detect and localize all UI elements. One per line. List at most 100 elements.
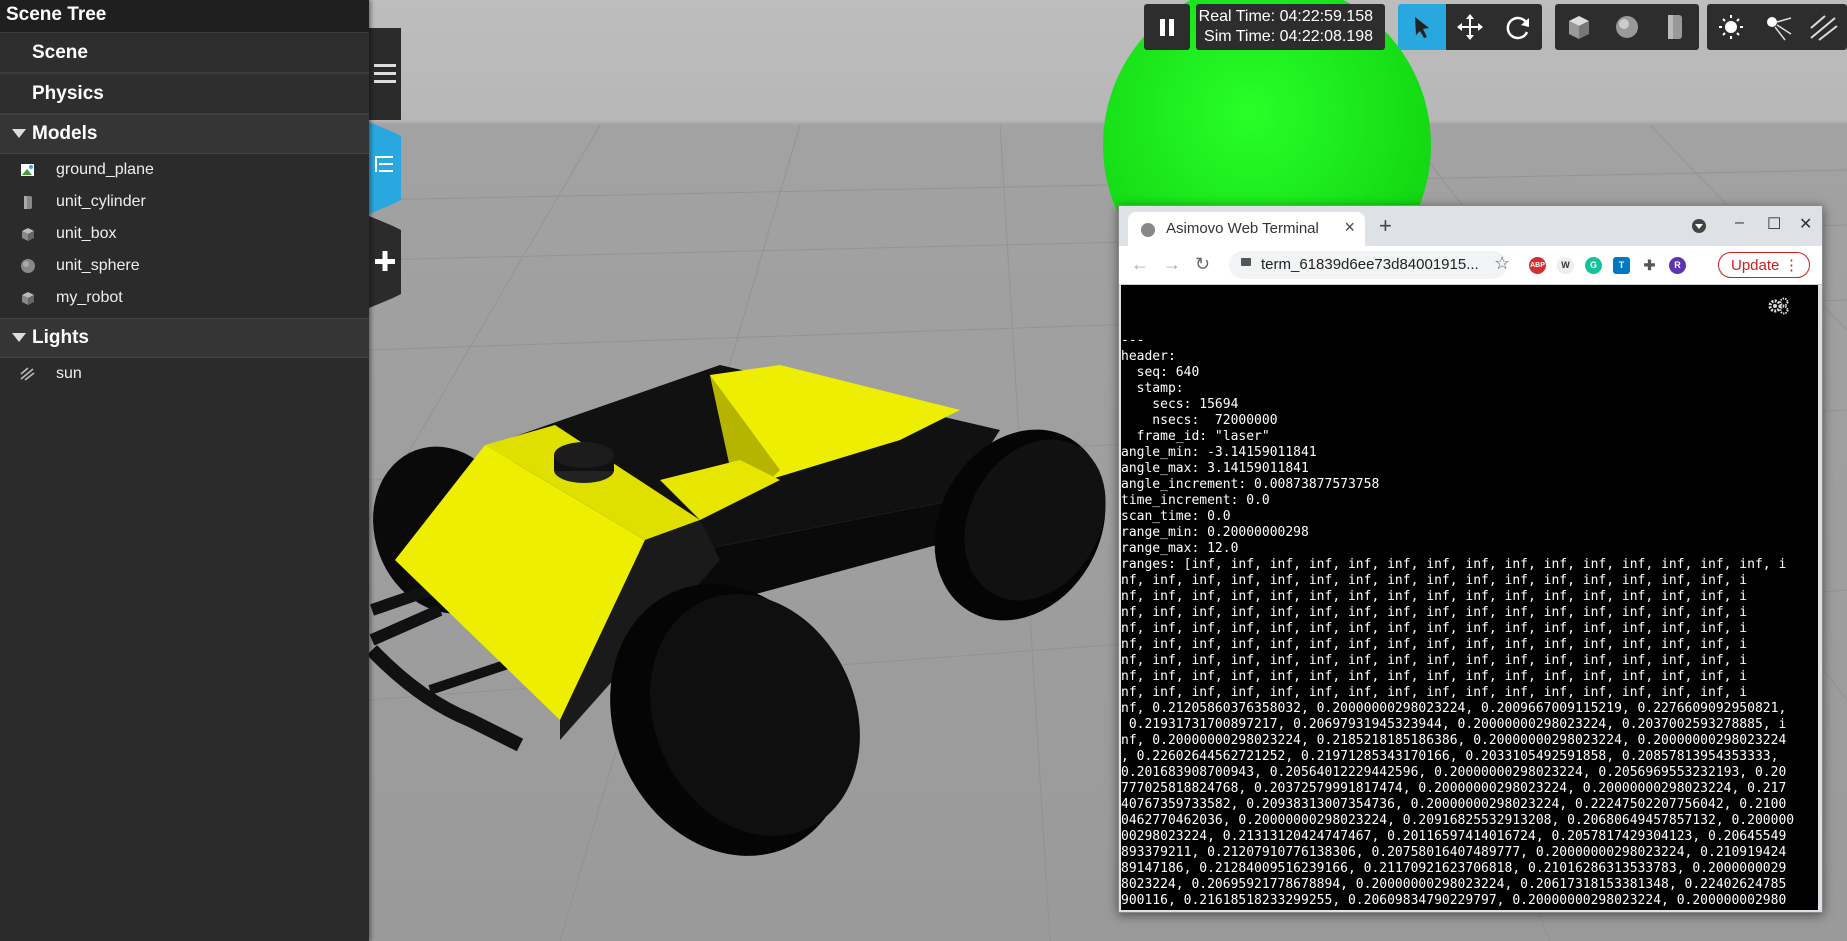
model-label: unit_box (56, 225, 117, 242)
bookmark-star-icon[interactable]: ☆ (1494, 253, 1510, 274)
browser-window: Asimovo Web Terminal × + – ☐ ✕ ← → ↻ ter… (1118, 205, 1823, 913)
terminal-line: time_increment: 0.0 (1121, 493, 1270, 508)
scene-tree-tab[interactable] (369, 122, 401, 214)
tab-strip: Asimovo Web Terminal × + – ☐ ✕ (1119, 206, 1822, 246)
minimize-icon[interactable]: – (1735, 214, 1744, 232)
browser-tab[interactable]: Asimovo Web Terminal × (1128, 212, 1365, 246)
rotate-mode-button[interactable] (1494, 4, 1542, 50)
insert-point-light-button[interactable] (1707, 4, 1755, 50)
model-label: unit_cylinder (56, 193, 146, 210)
insert-box-button[interactable] (1555, 4, 1603, 50)
terminal-line: nf, inf, inf, inf, inf, inf, inf, inf, i… (1121, 637, 1748, 652)
terminal-line: nf, inf, inf, inf, inf, inf, inf, inf, i… (1121, 669, 1748, 684)
sim-time-label: Sim Time: 04:22:08.198 (1204, 28, 1373, 45)
terminal-line: seq: 640 (1121, 365, 1200, 380)
terminal-line: nf, inf, inf, inf, inf, inf, inf, inf, i… (1121, 653, 1748, 668)
model-item-my-robot[interactable]: my_robot (0, 282, 369, 314)
select-arrow-icon (1415, 17, 1429, 38)
scene-tree-title: Scene Tree (0, 0, 369, 32)
model-label: my_robot (56, 289, 123, 306)
terminal-line: stamp: (1121, 381, 1184, 396)
terminal-line: angle_min: -3.14159011841 (1121, 445, 1317, 460)
sphere-icon (1616, 16, 1638, 38)
new-tab-icon[interactable]: + (1379, 213, 1392, 239)
terminal-line: range_max: 12.0 (1121, 541, 1239, 556)
scene-tree-panel: Scene Tree Scene Physics Models ground_p… (0, 0, 369, 941)
extensions-puzzle-icon[interactable]: ✚ (1641, 257, 1658, 274)
terminal-line: 40767359733582, 0.20938313007354736, 0.2… (1121, 797, 1787, 812)
terminal-line: nf, inf, inf, inf, inf, inf, inf, inf, i… (1121, 621, 1748, 636)
terminal-line: range_min: 0.20000000298 (1121, 525, 1309, 540)
menu-tab[interactable] (369, 28, 401, 120)
close-tab-icon[interactable]: × (1344, 217, 1355, 238)
address-bar-row: ← → ↻ term_61839d6ee73d84001915... ☆ ABP… (1119, 246, 1822, 285)
insert-spot-light-button[interactable] (1755, 4, 1801, 50)
more-vert-icon: ⋮ (1784, 257, 1799, 274)
lights-header-label: Lights (32, 327, 89, 348)
directional-light-icon (20, 367, 35, 381)
tab-title: Asimovo Web Terminal (1166, 220, 1319, 237)
terminal-line: secs: 15694 (1121, 397, 1239, 412)
forward-icon[interactable]: → (1163, 254, 1181, 275)
hamburger-menu-icon[interactable] (369, 28, 401, 120)
directional-light-icon (1810, 15, 1838, 41)
model-item-ground-plane[interactable]: ground_plane (0, 154, 369, 186)
terminal-line: scan_time: 0.0 (1121, 509, 1231, 524)
select-mode-button[interactable] (1398, 4, 1446, 50)
box-icon (1569, 16, 1589, 39)
pause-icon (1160, 19, 1174, 36)
reload-icon[interactable]: ↻ (1195, 254, 1210, 275)
update-label: Update (1731, 257, 1780, 274)
rotate-icon (1506, 16, 1529, 40)
terminal-line: 8023224, 0.20695921778678894, 0.20000000… (1121, 877, 1787, 892)
light-label: sun (56, 365, 82, 382)
terminal-line: header: (1121, 349, 1176, 364)
insert-cylinder-button[interactable] (1651, 4, 1699, 50)
point-light-icon (1719, 15, 1743, 39)
terminal-output: --- header: seq: 640 stamp: secs: 15694 n… (1121, 333, 1818, 910)
terminal-line: 0.21931731700897217, 0.20697931945323944… (1121, 717, 1787, 732)
physics-section-button[interactable]: Physics (0, 73, 369, 114)
insert-directional-light-button[interactable] (1801, 4, 1847, 50)
light-item-sun[interactable]: sun (0, 358, 369, 390)
tree-list-icon[interactable] (369, 122, 401, 214)
wikipedia-extension-icon[interactable]: W (1557, 257, 1574, 274)
time-display: Real Time: 04:22:59.158 Sim Time: 04:22:… (1196, 4, 1385, 50)
pause-button[interactable] (1144, 4, 1190, 50)
model-item-unit-cylinder[interactable]: unit_cylinder (0, 186, 369, 218)
terminal-line: nf, inf, inf, inf, inf, inf, inf, inf, i… (1121, 685, 1748, 700)
translate-mode-button[interactable] (1446, 4, 1494, 50)
web-terminal[interactable]: --- header: seq: 640 stamp: secs: 15694 n… (1121, 285, 1818, 910)
insert-tab[interactable] (369, 216, 401, 308)
caret-down-icon (12, 333, 26, 343)
insert-sphere-button[interactable] (1603, 4, 1651, 50)
close-window-icon[interactable]: ✕ (1799, 214, 1812, 234)
url-bar[interactable]: term_61839d6ee73d84001915... (1229, 251, 1507, 279)
model-label: unit_sphere (56, 257, 140, 274)
model-label: ground_plane (56, 161, 154, 178)
box-icon (22, 292, 34, 305)
terminal-line: frame_id: "laser" (1121, 429, 1270, 444)
lights-group-header[interactable]: Lights (0, 318, 369, 358)
grammarly-extension-icon[interactable]: G (1585, 257, 1602, 274)
terminal-line: nf, 0.21205860376358032, 0.2000000029802… (1121, 701, 1787, 716)
plus-icon[interactable] (369, 216, 401, 308)
trello-extension-icon[interactable]: T (1613, 257, 1630, 274)
lock-icon (1241, 258, 1251, 266)
models-group-header[interactable]: Models (0, 114, 369, 154)
update-button[interactable]: Update ⋮ (1718, 252, 1810, 278)
tab-search-icon[interactable] (1691, 218, 1707, 239)
settings-gears-icon[interactable] (1768, 297, 1790, 315)
scene-section-button[interactable]: Scene (0, 32, 369, 73)
profile-avatar[interactable]: R (1669, 257, 1686, 274)
adblock-extension-icon[interactable]: ABP (1529, 257, 1546, 274)
model-item-unit-sphere[interactable]: unit_sphere (0, 250, 369, 282)
terminal-line: ranges: [inf, inf, inf, inf, inf, inf, i… (1121, 557, 1787, 572)
model-item-unit-box[interactable]: unit_box (0, 218, 369, 250)
terminal-line: 777025818824768, 0.20372579991817474, 0.… (1121, 781, 1787, 796)
maximize-icon[interactable]: ☐ (1767, 214, 1781, 234)
terminal-line: 893379211, 0.21207910776138306, 0.207580… (1121, 845, 1787, 860)
back-icon[interactable]: ← (1131, 254, 1149, 275)
translate-icon (1457, 14, 1483, 40)
terminal-line: 0.201683908700943, 0.20564012229442596, … (1121, 765, 1787, 780)
